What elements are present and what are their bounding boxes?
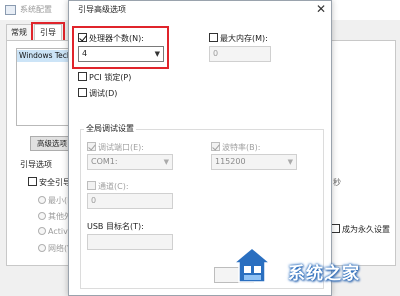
system-config-title: 系统配置	[20, 5, 52, 14]
radio-network-button[interactable]	[38, 244, 46, 252]
max-memory-label: 最大内存(M):	[220, 34, 268, 43]
watermark-text: 系统之家	[288, 264, 360, 284]
baud-rate-select[interactable]: 115200 ▼	[211, 154, 297, 170]
permanent-settings-option[interactable]: 成为永久设置	[331, 224, 390, 235]
system-config-app-icon	[5, 5, 16, 15]
chevron-down-icon: ▼	[163, 158, 169, 166]
boot-options-label: 引导选项	[20, 160, 52, 169]
os-list-item[interactable]: Windows Technical Preview	[17, 50, 73, 62]
timeout-unit-label: 秒	[333, 178, 341, 187]
pci-lock-label: PCI 锁定(P)	[89, 73, 132, 82]
radio-alternate-shell-button[interactable]	[38, 212, 46, 220]
max-memory-checkbox[interactable]	[209, 33, 218, 42]
radio-active-directory-button[interactable]	[38, 227, 46, 235]
tab-general[interactable]: 常规	[6, 24, 32, 41]
pci-lock-checkbox[interactable]	[78, 72, 87, 81]
usb-target-field[interactable]	[87, 234, 173, 250]
baud-rate-value: 115200	[215, 157, 246, 166]
channel-label: 通道(C):	[98, 182, 129, 191]
channel-checkbox[interactable]	[87, 181, 96, 190]
debug-label: 调试(D)	[89, 89, 118, 98]
debug-port-select[interactable]: COM1: ▼	[87, 154, 173, 170]
max-memory-field[interactable]: 0	[209, 46, 271, 62]
safe-boot-checkbox[interactable]	[28, 177, 37, 186]
baud-rate-option[interactable]: 波特率(B):	[211, 142, 260, 153]
baud-rate-label: 波特率(B):	[222, 143, 261, 152]
channel-field[interactable]: 0	[87, 193, 173, 209]
dialog-title: 引导高级选项	[78, 5, 126, 14]
radio-minimal-button[interactable]	[38, 196, 46, 204]
baud-rate-checkbox[interactable]	[211, 142, 220, 151]
debug-port-checkbox[interactable]	[87, 142, 96, 151]
processor-count-highlight	[72, 26, 169, 69]
watermark-house-icon	[232, 247, 272, 283]
debug-checkbox[interactable]	[78, 88, 87, 97]
channel-option[interactable]: 通道(C):	[87, 181, 129, 192]
debug-port-value: COM1:	[91, 157, 118, 166]
global-debug-settings-title: 全局调试设置	[84, 123, 136, 134]
pci-lock-option[interactable]: PCI 锁定(P)	[78, 72, 131, 83]
permanent-settings-checkbox[interactable]	[331, 224, 340, 233]
chevron-down-icon: ▼	[287, 158, 293, 166]
debug-port-label: 调试端口(E):	[98, 143, 144, 152]
close-icon[interactable]: ✕	[312, 1, 330, 17]
permanent-settings-label: 成为永久设置	[342, 225, 390, 234]
debug-option[interactable]: 调试(D)	[78, 88, 117, 99]
usb-target-label: USB 目标名(T):	[87, 222, 144, 231]
debug-port-option[interactable]: 调试端口(E):	[87, 142, 144, 153]
radio-alternate-shell[interactable]: 其他外	[38, 211, 72, 222]
max-memory-option[interactable]: 最大内存(M):	[209, 33, 268, 44]
